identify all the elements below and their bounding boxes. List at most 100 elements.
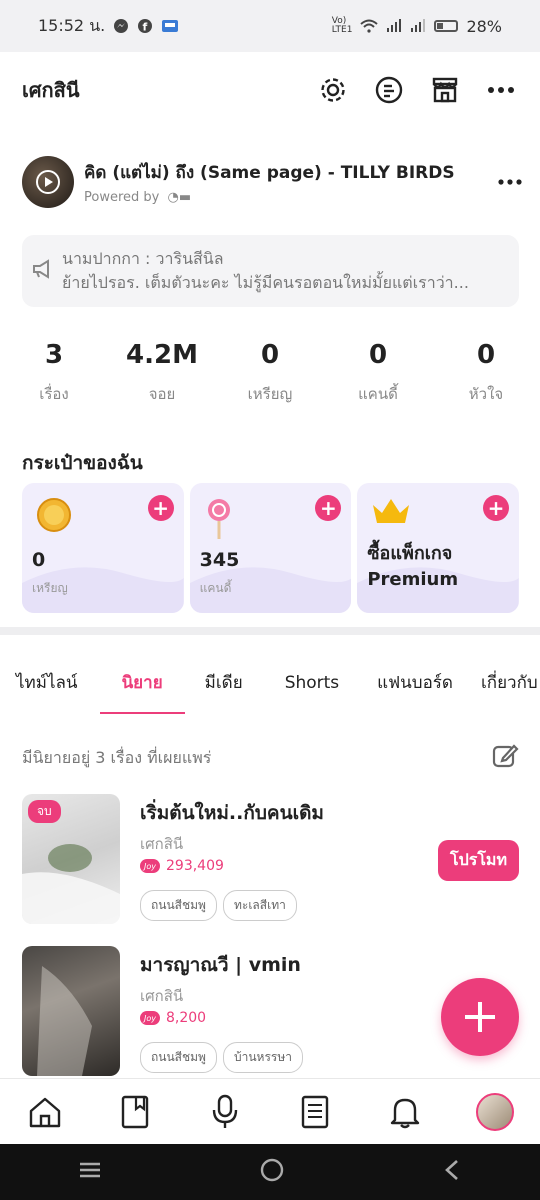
chat-icon (375, 76, 403, 104)
completed-badge: จบ (28, 800, 61, 823)
wallet-candy-card[interactable]: + 345 แคนดี้ (189, 483, 352, 613)
settings-button[interactable] (316, 73, 350, 107)
volte-icon: Vo) LTE1 (331, 16, 353, 35)
status-bar: 15:52 น. f Vo) LTE1 28% (0, 0, 540, 52)
status-time: 15:52 น. (38, 15, 106, 35)
tab-novels[interactable]: นิยาย (99, 660, 185, 716)
novel-tag[interactable]: บ้านหรรษา (222, 1042, 303, 1073)
nav-notifications[interactable] (385, 1092, 425, 1132)
novel-tag[interactable]: ทะเลสีเทา (222, 890, 297, 921)
crown-icon (371, 497, 411, 529)
more-icon (498, 179, 522, 185)
premium-line-2: Premium (367, 569, 459, 590)
music-powered-by: Powered by ◔▬ (84, 190, 192, 205)
bell-icon (390, 1098, 420, 1128)
signal-icon (386, 19, 402, 33)
novel-tag[interactable]: ถนนสีชมพู (140, 890, 217, 921)
home-icon (29, 1097, 61, 1127)
facebook-icon: f (137, 18, 153, 34)
novel-item[interactable]: จบ เริ่มต้นใหม่..กับคนเดิม เศกสินี Joy 2… (22, 794, 519, 924)
stat-stories[interactable]: 3 เรื่อง (0, 340, 108, 406)
stat-candy[interactable]: 0 แคนดี้ (324, 340, 432, 406)
tab-media[interactable]: มีเดีย (191, 660, 257, 716)
create-novel-button[interactable] (441, 978, 519, 1056)
joy-icon: Joy (140, 1011, 160, 1025)
novel-count-bar: มีนิยายอยู่ 3 เรื่อง ที่เผยแพร่ (22, 742, 519, 774)
more-options-button[interactable] (484, 73, 518, 107)
avatar (476, 1092, 514, 1131)
novel-title[interactable]: มารญาณวี | vmin (140, 950, 301, 980)
announcement-box[interactable]: นามปากกา : วารินสีนิล ย้ายไปรอร. เต็มตัว… (22, 235, 519, 307)
page-title: เศกสินี (22, 78, 80, 102)
novel-tag[interactable]: ถนนสีชมพู (140, 1042, 217, 1073)
nav-home[interactable] (25, 1092, 65, 1132)
add-coins-button[interactable]: + (147, 495, 174, 521)
wallet-coins-card[interactable]: + 0 เหรียญ (22, 483, 184, 613)
nav-library[interactable] (115, 1092, 155, 1132)
novel-author: เศกสินี (140, 835, 184, 853)
more-icon (488, 87, 514, 93)
battery-percent: 28% (466, 16, 502, 36)
novel-author: เศกสินี (140, 987, 184, 1005)
music-title: คิด (แต่ไม่) ถึง (Same page) - TILLY BIR… (84, 163, 455, 183)
section-divider (0, 627, 540, 635)
svg-text:f: f (143, 21, 148, 34)
profile-music: คิด (แต่ไม่) ถึง (Same page) - TILLY BIR… (22, 152, 522, 212)
tab-shorts[interactable]: Shorts (271, 660, 353, 716)
edit-button[interactable] (491, 742, 519, 774)
wifi-icon (360, 19, 379, 33)
tab-about[interactable]: เกี่ยวกับ (467, 660, 540, 716)
novel-count-text: มีนิยายอยู่ 3 เรื่อง ที่เผยแพร่ (22, 747, 212, 767)
wallet-section: + 0 เหรียญ + 345 แคนดี้ + ซื้อแพ็กเกจ Pr… (22, 483, 520, 613)
book-icon (121, 1095, 149, 1128)
tab-timeline[interactable]: ไทม์ไลน์ (0, 660, 92, 716)
document-icon (301, 1095, 329, 1128)
coin-icon (36, 497, 72, 537)
novel-cover[interactable]: จบ (22, 794, 120, 924)
novel-cover[interactable] (22, 946, 120, 1076)
nav-articles[interactable] (295, 1092, 335, 1132)
back-icon[interactable] (442, 1158, 462, 1186)
gear-icon (321, 78, 345, 102)
lollipop-icon (204, 497, 234, 545)
tab-fanboard[interactable]: แฟนบอร์ด (363, 660, 467, 716)
joy-icon: Joy (140, 859, 160, 873)
edit-icon (492, 744, 519, 768)
shop-button[interactable] (428, 73, 462, 107)
wallet-title: กระเป๋าของฉัน (22, 452, 143, 474)
system-navigation-bar (0, 1144, 540, 1200)
buy-premium-button[interactable]: + (483, 495, 510, 521)
home-circle-icon[interactable] (259, 1157, 285, 1187)
promote-button[interactable]: โปรโมท (437, 840, 519, 881)
profile-tabs: ไทม์ไลน์ นิยาย มีเดีย Shorts แฟนบอร์ด เก… (0, 660, 540, 716)
wallet-premium-card[interactable]: + ซื้อแพ็กเกจ Premium (357, 483, 520, 613)
premium-line-1: ซื้อแพ็กเกจ (367, 543, 453, 564)
add-candy-button[interactable]: + (315, 495, 342, 521)
novel-title[interactable]: เริ่มต้นใหม่..กับคนเดิม (140, 798, 324, 828)
nav-audio[interactable] (205, 1092, 245, 1132)
novel-joy-count: Joy 8,200 (140, 1010, 206, 1026)
plus-icon (465, 1002, 495, 1032)
stat-coins[interactable]: 0 เหรียญ (216, 340, 324, 406)
stat-hearts[interactable]: 0 หัวใจ (432, 340, 540, 406)
messages-button[interactable] (372, 73, 406, 107)
nav-profile[interactable] (475, 1092, 515, 1132)
app-notification-icon (161, 18, 179, 34)
profile-header: เศกสินี (0, 52, 540, 128)
novel-joy-count: Joy 293,409 (140, 858, 224, 874)
messenger-icon (113, 18, 129, 34)
announcement-line-1: นามปากกา : วารินสีนิล (62, 249, 224, 268)
stat-joy[interactable]: 4.2M จอย (108, 340, 216, 406)
announcement-line-2: ย้ายไปรอร. เต็มตัวนะคะ ไม่รู้มีคนรอตอนให… (62, 273, 469, 292)
bottom-navigation (0, 1078, 540, 1144)
music-play-button[interactable] (22, 156, 74, 208)
music-more-button[interactable] (498, 170, 522, 189)
store-icon (432, 77, 458, 103)
megaphone-icon (32, 259, 54, 283)
play-icon (36, 170, 60, 194)
signal-icon (410, 19, 426, 33)
recent-apps-icon[interactable] (78, 1160, 102, 1184)
battery-icon (434, 20, 459, 32)
profile-stats: 3 เรื่อง 4.2M จอย 0 เหรียญ 0 แคนดี้ 0 หั… (0, 340, 540, 406)
provider-logo-icon: ◔▬ (167, 190, 192, 205)
